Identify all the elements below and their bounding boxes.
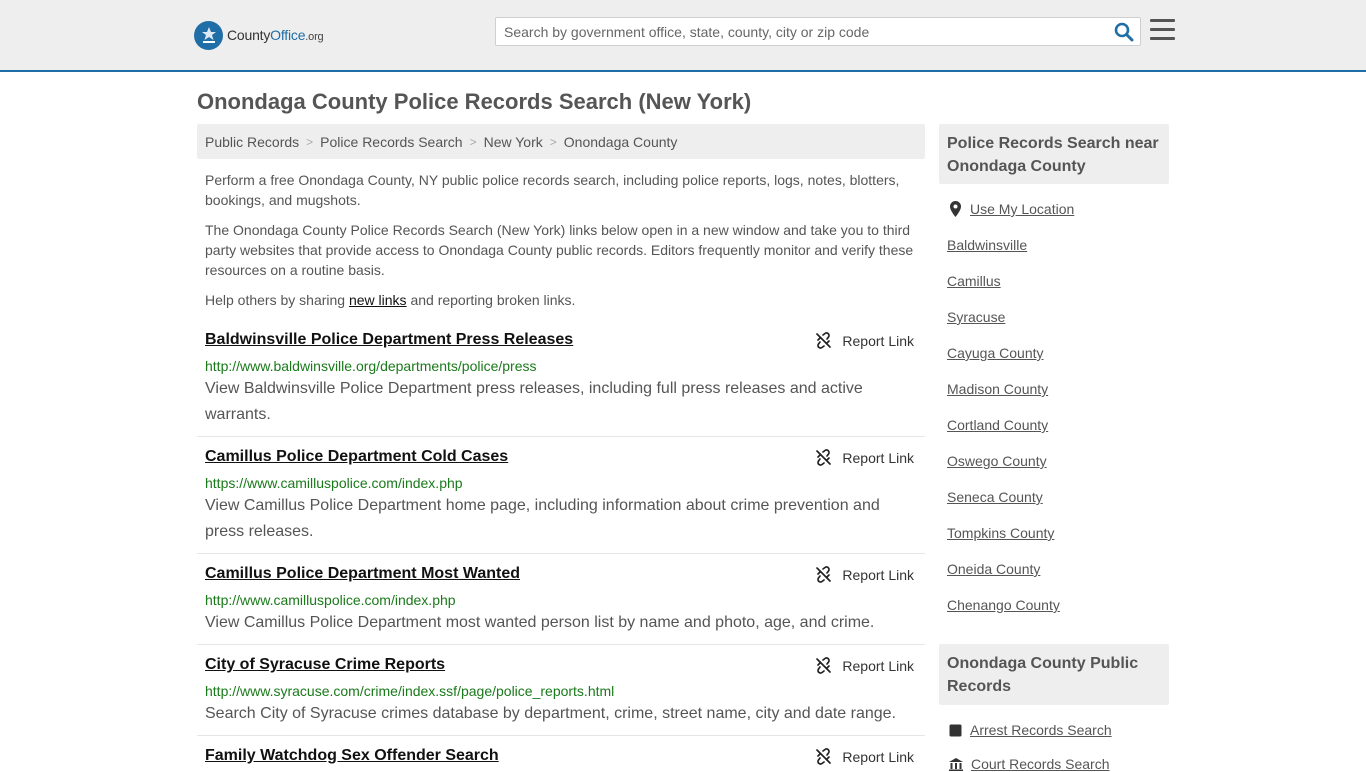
resource-title-link[interactable]: Baldwinsville Police Department Press Re… bbox=[205, 331, 573, 349]
courthouse-icon bbox=[949, 757, 963, 771]
sidebar-link-cortland-county[interactable]: Cortland County bbox=[947, 417, 1048, 433]
resource-entry: Family Watchdog Sex Offender Search Repo… bbox=[197, 747, 925, 768]
resource-title-link[interactable]: Family Watchdog Sex Offender Search bbox=[205, 747, 499, 765]
county-office-logo-icon bbox=[194, 20, 223, 50]
resource-url: http://www.camilluspolice.com/index.php bbox=[205, 592, 456, 608]
sidebar-link-cayuga-county[interactable]: Cayuga County bbox=[947, 345, 1044, 361]
breadcrumb-item-new-york[interactable]: New York bbox=[484, 134, 543, 150]
resource-entry: Baldwinsville Police Department Press Re… bbox=[197, 331, 925, 437]
breadcrumb-separator: > bbox=[306, 134, 314, 149]
report-link-button[interactable]: Report Link bbox=[815, 657, 914, 674]
report-link-label: Report Link bbox=[842, 748, 914, 765]
resource-entry: City of Syracuse Crime Reports Report Li… bbox=[197, 656, 925, 736]
resource-description: View Camillus Police Department home pag… bbox=[205, 497, 880, 540]
resource-url: https://www.camilluspolice.com/index.php bbox=[205, 475, 463, 491]
report-link-button[interactable]: Report Link bbox=[815, 332, 914, 349]
map-pin-icon bbox=[950, 201, 961, 217]
resource-url: http://www.baldwinsville.org/departments… bbox=[205, 358, 537, 374]
sidebar-link-oneida-county[interactable]: Oneida County bbox=[947, 561, 1040, 577]
sidebar-link-oswego-county[interactable]: Oswego County bbox=[947, 453, 1047, 469]
report-link-button[interactable]: Report Link bbox=[815, 566, 914, 583]
site-header: CountyOffice.org bbox=[0, 0, 1366, 72]
report-link-label: Report Link bbox=[842, 449, 914, 466]
logo-text-c: .org bbox=[305, 31, 324, 43]
resource-description: View Camillus Police Department most wan… bbox=[205, 614, 875, 631]
sidebar-link-tompkins-county[interactable]: Tompkins County bbox=[947, 525, 1054, 541]
arrest-records-search-label: Arrest Records Search bbox=[970, 722, 1112, 738]
report-link-label: Report Link bbox=[842, 657, 914, 674]
site-search bbox=[495, 17, 1141, 46]
arrest-records-icon bbox=[949, 724, 962, 736]
broken-link-icon bbox=[816, 748, 832, 765]
hamburger-menu-icon[interactable] bbox=[1150, 19, 1175, 43]
logo-wordmark: CountyOffice.org bbox=[227, 27, 324, 43]
broken-link-icon bbox=[816, 449, 832, 466]
resource-description: Search City of Syracuse crimes database … bbox=[205, 705, 896, 722]
logo-text-a: County bbox=[227, 27, 271, 43]
court-records-search-link[interactable]: Court Records Search bbox=[949, 756, 1110, 772]
intro-paragraph-2: The Onondaga County Police Records Searc… bbox=[205, 222, 914, 278]
sidebar-heading-nearby: Police Records Search near Onondaga Coun… bbox=[939, 124, 1169, 184]
use-my-location-label: Use My Location bbox=[970, 201, 1075, 217]
resource-title-link[interactable]: Camillus Police Department Most Wanted bbox=[205, 565, 520, 583]
breadcrumb-separator: > bbox=[549, 134, 557, 149]
intro-help-text-end: and reporting broken links. bbox=[406, 292, 576, 308]
resource-url: http://www.syracuse.com/crime/index.ssf/… bbox=[205, 683, 615, 699]
sidebar-link-chenango-county[interactable]: Chenango County bbox=[947, 597, 1060, 613]
intro-help-text: Help others by sharing bbox=[205, 292, 349, 308]
site-logo[interactable]: CountyOffice.org bbox=[194, 20, 324, 50]
resource-title-link[interactable]: City of Syracuse Crime Reports bbox=[205, 656, 445, 674]
report-link-button[interactable]: Report Link bbox=[815, 449, 914, 466]
breadcrumb: Public Records > Police Records Search >… bbox=[197, 124, 925, 159]
sidebar-link-camillus[interactable]: Camillus bbox=[947, 273, 1001, 289]
breadcrumb-separator: > bbox=[469, 134, 477, 149]
breadcrumb-item-police-records-search[interactable]: Police Records Search bbox=[320, 134, 462, 150]
broken-link-icon bbox=[816, 566, 832, 583]
broken-link-icon bbox=[816, 657, 832, 674]
resource-description: View Baldwinsville Police Department pre… bbox=[205, 380, 863, 423]
search-input[interactable] bbox=[496, 18, 1096, 45]
intro-paragraph-1: Perform a free Onondaga County, NY publi… bbox=[205, 172, 900, 208]
sidebar-link-seneca-county[interactable]: Seneca County bbox=[947, 489, 1043, 505]
resource-title-link[interactable]: Camillus Police Department Cold Cases bbox=[205, 448, 508, 466]
sidebar-heading-public-records: Onondaga County Public Records bbox=[939, 644, 1169, 705]
search-icon[interactable] bbox=[1114, 22, 1134, 42]
new-links-link[interactable]: new links bbox=[349, 292, 407, 308]
breadcrumb-item-public-records[interactable]: Public Records bbox=[205, 134, 299, 150]
sidebar-link-baldwinsville[interactable]: Baldwinsville bbox=[947, 237, 1027, 253]
arrest-records-search-link[interactable]: Arrest Records Search bbox=[949, 722, 1112, 738]
report-link-button[interactable]: Report Link bbox=[815, 748, 914, 765]
resource-entry: Camillus Police Department Cold Cases Re… bbox=[197, 448, 925, 554]
court-records-search-label: Court Records Search bbox=[971, 756, 1110, 772]
broken-link-icon bbox=[816, 332, 832, 349]
report-link-label: Report Link bbox=[842, 566, 914, 583]
report-link-label: Report Link bbox=[842, 332, 914, 349]
breadcrumb-item-onondaga-county[interactable]: Onondaga County bbox=[564, 134, 678, 150]
resource-entry: Camillus Police Department Most Wanted R… bbox=[197, 565, 925, 645]
intro-paragraph-3: Help others by sharing new links and rep… bbox=[205, 290, 921, 310]
page-title: Onondaga County Police Records Search (N… bbox=[197, 89, 752, 114]
use-my-location-link[interactable]: Use My Location bbox=[949, 201, 1074, 217]
sidebar-link-syracuse[interactable]: Syracuse bbox=[947, 309, 1005, 325]
logo-text-b: Office bbox=[270, 27, 306, 43]
sidebar-link-madison-county[interactable]: Madison County bbox=[947, 381, 1048, 397]
